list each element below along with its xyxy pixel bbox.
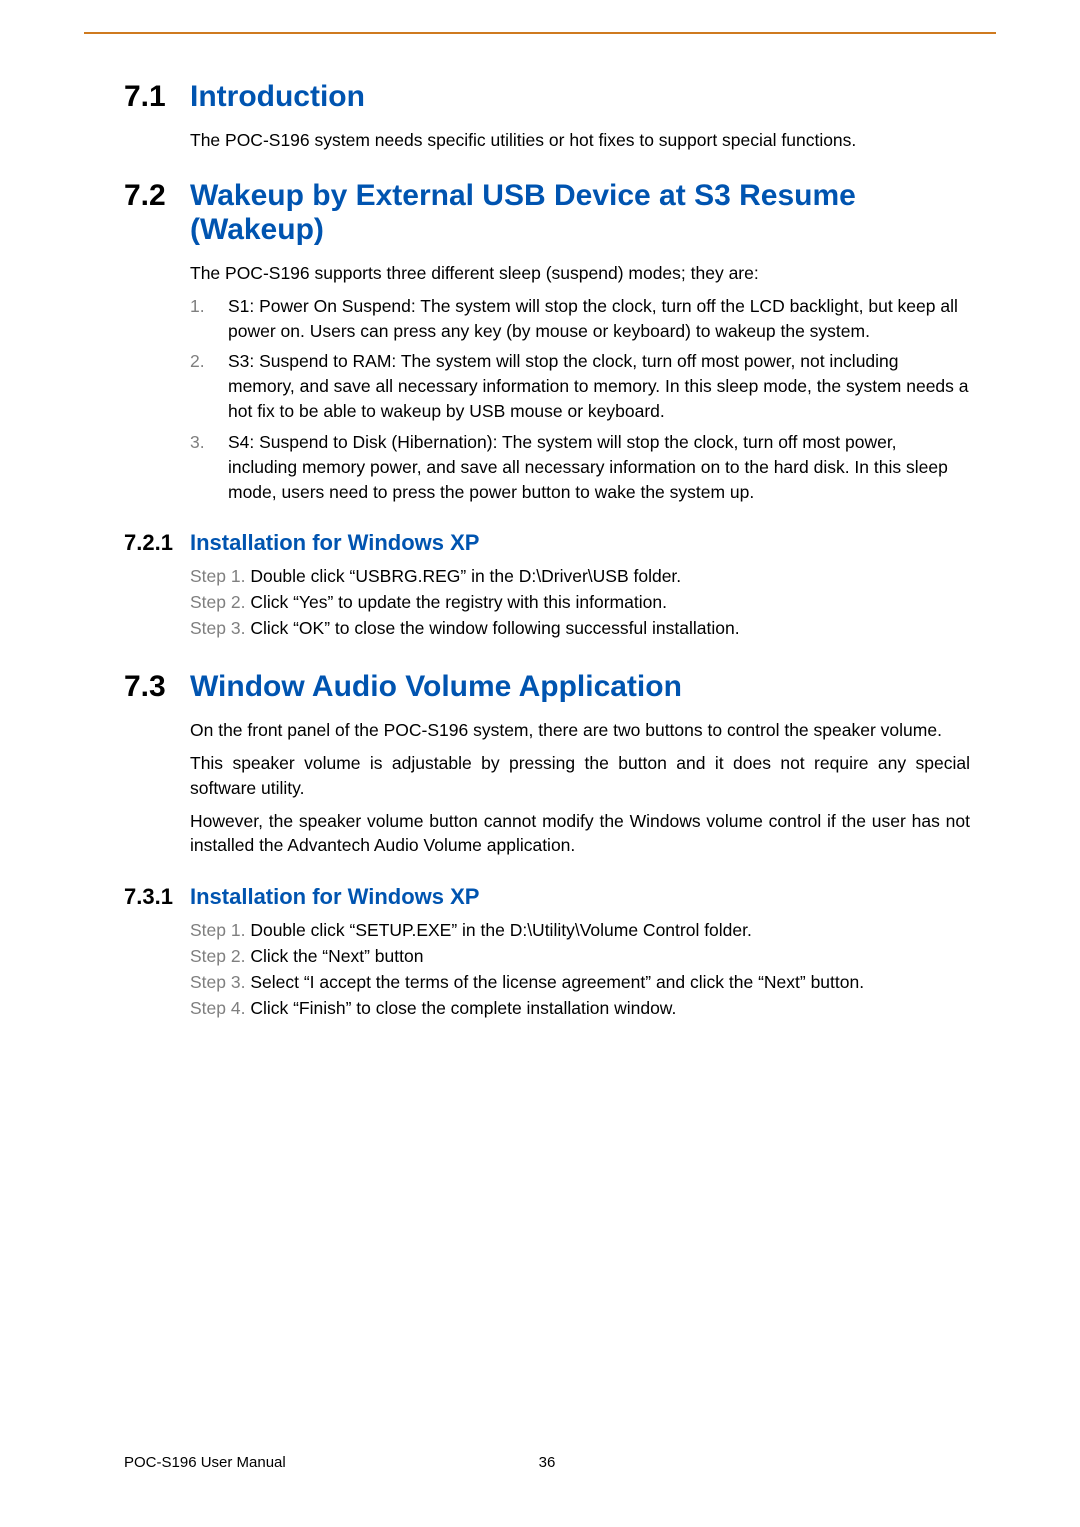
list-text: S4: Suspend to Disk (Hibernation): The s… xyxy=(228,430,970,505)
heading-number: 7.1 xyxy=(124,80,190,114)
section-paragraph: On the front panel of the POC-S196 syste… xyxy=(190,718,970,743)
list-text: S3: Suspend to RAM: The system will stop… xyxy=(228,349,970,424)
list-text: S1: Power On Suspend: The system will st… xyxy=(228,294,970,344)
step-item: Step 3. Click “OK” to close the window f… xyxy=(190,616,970,642)
heading-7-2-line2: (Wakeup) xyxy=(124,213,970,247)
list-number: 1. xyxy=(190,294,228,344)
list-number: 3. xyxy=(190,430,228,505)
list-item: 1. S1: Power On Suspend: The system will… xyxy=(190,294,970,344)
step-text: Click “Finish” to close the complete ins… xyxy=(250,996,970,1022)
step-label: Step 2. xyxy=(190,944,250,970)
heading-7-2-1: 7.2.1 Installation for Windows XP xyxy=(124,530,970,556)
steps-list: Step 1. Double click “SETUP.EXE” in the … xyxy=(190,918,970,1022)
step-text: Double click “SETUP.EXE” in the D:\Utili… xyxy=(250,918,970,944)
ordered-list: 1. S1: Power On Suspend: The system will… xyxy=(190,294,970,505)
section-paragraph: However, the speaker volume button canno… xyxy=(190,809,970,859)
heading-7-3: 7.3 Window Audio Volume Application xyxy=(124,670,970,704)
step-label: Step 3. xyxy=(190,616,250,642)
heading-7-2: 7.2 Wakeup by External USB Device at S3 … xyxy=(124,179,970,213)
steps-list: Step 1. Double click “USBRG.REG” in the … xyxy=(190,564,970,642)
step-item: Step 1. Double click “USBRG.REG” in the … xyxy=(190,564,970,590)
step-label: Step 1. xyxy=(190,918,250,944)
page-footer: POC-S196 User Manual 36 xyxy=(124,1454,970,1471)
step-item: Step 2. Click “Yes” to update the regist… xyxy=(190,590,970,616)
top-rule xyxy=(84,32,996,34)
heading-title: Installation for Windows XP xyxy=(190,884,479,910)
section-intro: The POC-S196 supports three different sl… xyxy=(190,261,970,286)
list-number: 2. xyxy=(190,349,228,424)
step-text: Select “I accept the terms of the licens… xyxy=(250,970,970,996)
step-label: Step 4. xyxy=(190,996,250,1022)
step-text: Click “Yes” to update the registry with … xyxy=(250,590,970,616)
step-item: Step 1. Double click “SETUP.EXE” in the … xyxy=(190,918,970,944)
heading-7-1: 7.1 Introduction xyxy=(124,80,970,114)
page-content: 7.1 Introduction The POC-S196 system nee… xyxy=(124,80,970,1050)
step-text: Double click “USBRG.REG” in the D:\Drive… xyxy=(250,564,970,590)
footer-manual-title: POC-S196 User Manual xyxy=(124,1454,286,1471)
heading-title: Installation for Windows XP xyxy=(190,530,479,556)
heading-title: Introduction xyxy=(190,80,365,114)
step-item: Step 3. Select “I accept the terms of th… xyxy=(190,970,970,996)
heading-number: 7.2 xyxy=(124,179,190,213)
list-item: 3. S4: Suspend to Disk (Hibernation): Th… xyxy=(190,430,970,505)
step-label: Step 3. xyxy=(190,970,250,996)
step-item: Step 2. Click the “Next” button xyxy=(190,944,970,970)
step-text: Click the “Next” button xyxy=(250,944,970,970)
heading-title: Window Audio Volume Application xyxy=(190,670,682,704)
footer-page-number: 36 xyxy=(539,1454,556,1471)
step-label: Step 1. xyxy=(190,564,250,590)
step-label: Step 2. xyxy=(190,590,250,616)
list-item: 2. S3: Suspend to RAM: The system will s… xyxy=(190,349,970,424)
heading-number: 7.3.1 xyxy=(124,884,190,910)
heading-7-3-1: 7.3.1 Installation for Windows XP xyxy=(124,884,970,910)
heading-title: Wakeup by External USB Device at S3 Resu… xyxy=(190,179,856,213)
section-body: The POC-S196 system needs specific utili… xyxy=(190,128,970,153)
step-item: Step 4. Click “Finish” to close the comp… xyxy=(190,996,970,1022)
heading-title: (Wakeup) xyxy=(190,213,324,247)
step-text: Click “OK” to close the window following… xyxy=(250,616,970,642)
heading-number: 7.3 xyxy=(124,670,190,704)
heading-number: 7.2.1 xyxy=(124,530,190,556)
section-paragraph: This speaker volume is adjustable by pre… xyxy=(190,751,970,801)
